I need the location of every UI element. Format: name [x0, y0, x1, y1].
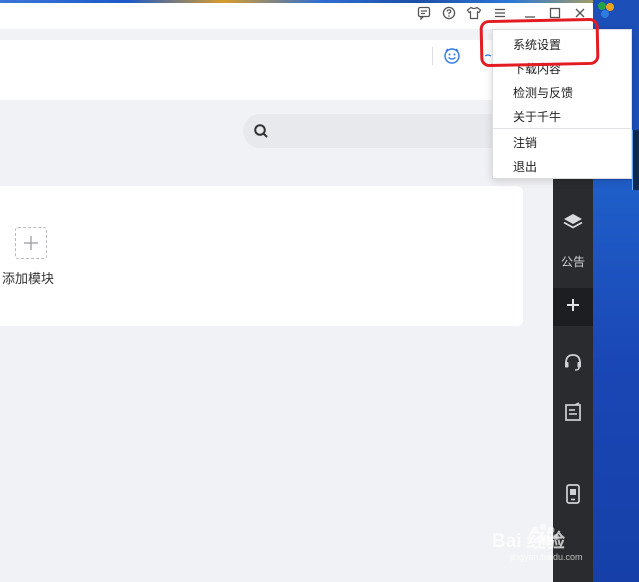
help-icon[interactable]	[441, 6, 457, 22]
desktop-window-edge	[632, 130, 639, 190]
plus-icon[interactable]	[553, 297, 593, 317]
phone-icon[interactable]	[553, 483, 593, 505]
header-divider	[432, 47, 433, 65]
layers-icon[interactable]	[553, 212, 593, 234]
menu-item-detect-feedback[interactable]: 检测与反馈	[513, 84, 573, 101]
headset-icon[interactable]	[553, 351, 593, 375]
highlight-annotation	[479, 17, 600, 68]
feedback-icon[interactable]	[416, 6, 432, 22]
smiley-icon[interactable]	[443, 47, 461, 65]
note-icon[interactable]	[553, 402, 593, 424]
menu-divider	[493, 128, 631, 129]
menu-item-exit[interactable]: 退出	[513, 158, 537, 175]
baidu-watermark: Bai 经验 jingyan.baidu.com	[490, 520, 620, 570]
menu-item-logout[interactable]: 注销	[513, 134, 537, 151]
menu-item-about[interactable]: 关于千牛	[513, 108, 561, 125]
module-card	[0, 186, 523, 326]
add-module-label[interactable]: 添加模块	[2, 268, 54, 287]
skin-icon[interactable]	[466, 6, 482, 22]
desktop-app-icon	[596, 0, 616, 20]
plus-icon[interactable]	[15, 227, 47, 259]
sidebar-item-announcement[interactable]: 公告	[553, 253, 593, 270]
search-icon[interactable]	[253, 123, 269, 139]
watermark-url: jingyan.baidu.com	[510, 552, 583, 562]
watermark-text: Bai 经验	[492, 531, 565, 552]
